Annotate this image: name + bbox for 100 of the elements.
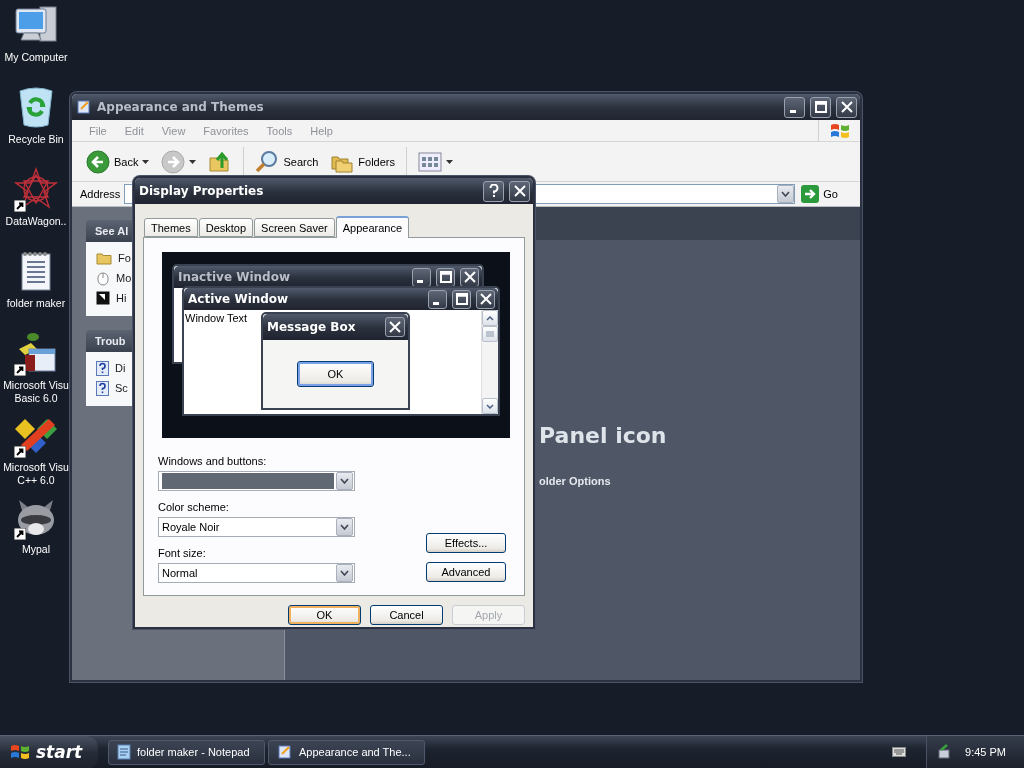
shortcut-arrow-icon — [14, 528, 26, 540]
caret-icon — [446, 159, 453, 164]
recycle-bin-icon[interactable] — [16, 85, 56, 129]
taskbar-button[interactable]: folder maker - Notepad — [108, 739, 265, 765]
folder-options-link[interactable]: older Options — [539, 475, 611, 487]
close-button[interactable] — [476, 289, 495, 309]
window-app-icon — [76, 99, 92, 115]
maximize-button[interactable] — [810, 96, 831, 118]
minimize-button[interactable] — [784, 96, 805, 118]
field-label: Font size: — [158, 547, 207, 559]
scroll-thumb-icon — [486, 331, 494, 337]
scroll-up-icon — [486, 315, 494, 321]
maximize-button[interactable] — [452, 289, 471, 309]
close-button[interactable] — [385, 317, 405, 337]
section-heading: Panel icon — [539, 423, 667, 448]
dropdown-button[interactable] — [777, 185, 795, 203]
shortcut-arrow-icon — [14, 364, 26, 376]
minimize-button[interactable] — [412, 267, 431, 287]
help-button[interactable] — [483, 180, 504, 202]
window-icon — [96, 291, 110, 305]
caret-icon — [189, 159, 197, 164]
option-button[interactable]: Effects... — [426, 533, 506, 553]
desktop-icon-label[interactable]: DataWagon.. — [5, 215, 67, 228]
task-link[interactable]: Di — [115, 362, 126, 374]
computer-icon[interactable] — [14, 5, 58, 45]
shortcut-arrow-icon — [14, 200, 26, 212]
close-button[interactable] — [460, 267, 479, 287]
dialog-button[interactable]: OK — [288, 605, 361, 625]
views-grid-icon — [418, 151, 442, 172]
minimize-icon — [790, 109, 796, 113]
notepad-icon[interactable] — [19, 250, 53, 292]
search-icon — [255, 149, 280, 174]
tab[interactable]: Themes — [144, 218, 198, 237]
search-button[interactable]: Search — [251, 147, 323, 176]
start-button[interactable]: start — [0, 735, 98, 768]
dropdown-field[interactable]: Normal — [158, 563, 355, 583]
window-text: Window Text — [184, 311, 249, 324]
minimize-button[interactable] — [428, 289, 447, 309]
maximize-icon — [439, 271, 452, 283]
scrollbar[interactable] — [481, 310, 498, 414]
chevron-down-icon — [340, 570, 349, 576]
question-mark-icon — [488, 184, 499, 198]
close-icon — [513, 185, 526, 197]
task-link[interactable]: Hi — [116, 292, 127, 304]
scroll-down-icon — [486, 403, 494, 409]
tab[interactable]: Appearance — [335, 216, 410, 238]
field-label: Color scheme: — [158, 501, 230, 513]
window-app-icon — [277, 744, 293, 760]
minimize-icon — [433, 301, 439, 305]
maximize-icon — [814, 101, 827, 113]
window-title: Inactive Window — [178, 270, 292, 284]
task-link[interactable]: Mo — [116, 272, 132, 284]
tab[interactable]: Desktop — [198, 218, 254, 237]
desktop-icon-label[interactable]: My Computer — [4, 51, 68, 64]
maximize-icon — [455, 293, 468, 305]
desktop-icon-label[interactable]: Microsoft Visu Basic 6.0 — [3, 379, 69, 405]
desktop-icon-label[interactable]: Mypal — [22, 543, 50, 556]
maximize-button[interactable] — [436, 267, 455, 287]
folder-icon — [96, 251, 112, 265]
desktop-icon-label[interactable]: folder maker — [6, 297, 66, 310]
close-icon — [840, 101, 853, 113]
keyboard-icon[interactable] — [892, 747, 907, 757]
window-title: Message Box — [267, 320, 357, 334]
task-box-title: See Al — [95, 225, 129, 237]
clock: 9:45 PM — [965, 746, 1006, 758]
task-box-title: Troub — [95, 335, 126, 347]
field-label: Windows and buttons: — [158, 455, 268, 467]
dialog-title: Display Properties — [139, 184, 265, 198]
star-pattern-icon[interactable] — [14, 167, 58, 211]
taskbar-button[interactable]: Appearance and The... — [268, 739, 425, 765]
window-title: Active Window — [188, 292, 290, 306]
folders-button[interactable]: Folders — [326, 148, 399, 175]
close-icon — [479, 293, 492, 305]
caret-icon — [142, 159, 150, 164]
close-icon — [463, 271, 476, 283]
close-icon — [389, 321, 401, 333]
minimize-icon — [417, 279, 423, 283]
task-link[interactable]: Sc — [115, 382, 128, 394]
dialog-button[interactable]: Cancel — [370, 605, 443, 625]
desktop-icon-label[interactable]: Recycle Bin — [8, 133, 64, 146]
address-label: Address — [80, 188, 121, 200]
desktop-icon-label[interactable]: Microsoft Visu C++ 6.0 — [3, 461, 69, 487]
mouse-icon — [96, 270, 110, 286]
ok-button[interactable]: OK — [297, 361, 374, 387]
dropdown-field[interactable]: Royale Noir — [158, 517, 355, 537]
chevron-down-icon — [781, 191, 791, 197]
chevron-down-icon — [340, 524, 349, 530]
shortcut-arrow-icon — [14, 446, 26, 458]
back-button[interactable]: Back — [82, 147, 154, 176]
go-button[interactable]: Go — [799, 185, 856, 203]
close-button[interactable] — [509, 180, 530, 202]
option-button[interactable]: Advanced — [426, 562, 506, 582]
task-link[interactable]: Fo — [118, 252, 131, 264]
windows-logo-icon — [10, 743, 30, 761]
dropdown-field[interactable] — [158, 471, 355, 491]
chevron-down-icon — [340, 478, 349, 484]
window-title: Appearance and Themes — [97, 100, 265, 114]
tab[interactable]: Screen Saver — [254, 218, 335, 237]
notepad-icon — [117, 744, 131, 760]
close-button[interactable] — [836, 96, 857, 118]
